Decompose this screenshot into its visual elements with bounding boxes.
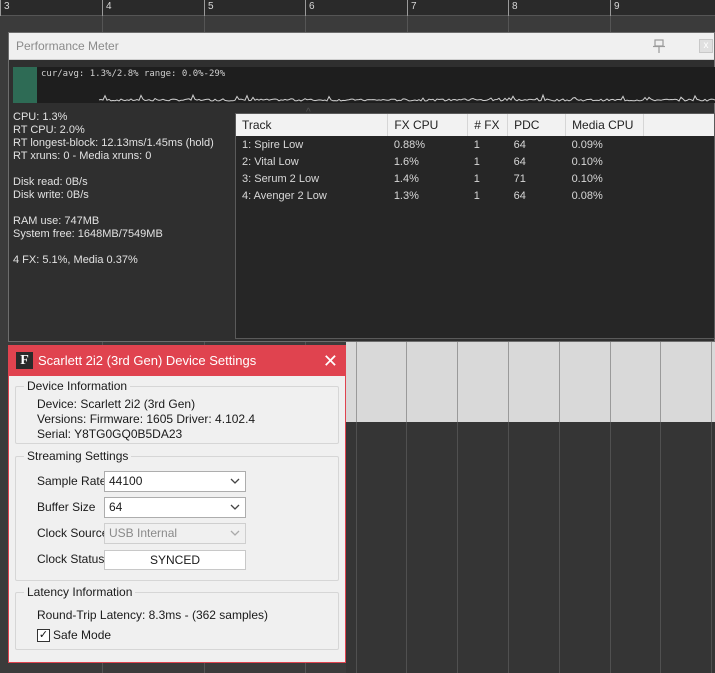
table-row[interactable]: 1: Spire Low 0.88% 1 64 0.09% — [236, 136, 644, 153]
cell-track: 3: Serum 2 Low — [242, 172, 320, 185]
streaming-settings-group: Streaming Settings Sample Rate 44100 Buf… — [15, 449, 339, 581]
clock-source-select: USB Internal — [104, 523, 246, 544]
dialog-titlebar[interactable]: F Scarlett 2i2 (3rd Gen) Device Settings… — [9, 346, 345, 376]
cell-media-cpu: 0.10% — [571, 172, 603, 185]
cell-media-cpu: 0.10% — [571, 155, 603, 168]
buffer-size-value: 64 — [109, 500, 123, 514]
sample-rate-label: Sample Rate — [37, 474, 107, 488]
chevron-down-icon — [230, 504, 240, 510]
track-table[interactable]: Track FX CPU # FX PDC Media CPU 1: Spire… — [235, 107, 715, 339]
column-header-fx-cpu[interactable]: FX CPU — [387, 114, 469, 136]
ruler-mark: 8 — [508, 0, 518, 16]
ruler-mark: 5 — [204, 0, 214, 16]
cell-media-cpu: 0.09% — [571, 138, 603, 151]
table-row[interactable]: 2: Vital Low 1.6% 1 64 0.10% — [236, 153, 644, 170]
pin-icon[interactable] — [651, 38, 667, 54]
buffer-size-select[interactable]: 64 — [104, 497, 246, 518]
column-header-pdc[interactable]: PDC — [507, 114, 567, 136]
cell-fx-cpu: 1.6% — [393, 155, 419, 168]
cell-pdc: 71 — [513, 172, 526, 185]
column-header-media-cpu[interactable]: Media CPU — [565, 114, 644, 136]
round-trip-latency: Round-Trip Latency: 8.3ms - (362 samples… — [37, 608, 268, 622]
cell-fx-count: 1 — [473, 155, 480, 168]
device-information-group: Device Information Device: Scarlett 2i2 … — [15, 379, 339, 444]
ruler-mark: 7 — [407, 0, 417, 16]
performance-meter-titlebar[interactable]: Performance Meter x — [9, 33, 714, 60]
xruns-stat: RT xruns: 0 - Media xruns: 0 — [13, 150, 152, 162]
cell-pdc: 64 — [513, 189, 526, 202]
group-legend: Streaming Settings — [24, 449, 132, 463]
group-legend: Latency Information — [24, 585, 136, 599]
clock-status-value: SYNCED — [104, 550, 246, 570]
clock-status-label: Clock Status — [37, 552, 105, 566]
cpu-graph: cur/avg: 1.3%/2.8% range: 0.0%-29% — [13, 67, 715, 103]
system-free-stat: System free: 1648MB/7549MB — [13, 228, 163, 240]
cell-fx-count: 1 — [473, 189, 480, 202]
window-title: Performance Meter — [16, 39, 119, 53]
perf-stats: CPU: 1.3% RT CPU: 2.0% RT longest-block:… — [13, 111, 233, 267]
device-settings-dialog: F Scarlett 2i2 (3rd Gen) Device Settings… — [8, 345, 346, 663]
clock-source-label: Clock Source — [37, 526, 109, 540]
rt-cpu-stat: RT CPU: 2.0% — [13, 124, 85, 136]
graph-caption: cur/avg: 1.3%/2.8% range: 0.0%-29% — [41, 69, 226, 79]
latency-information-group: Latency Information Round-Trip Latency: … — [15, 585, 339, 650]
ruler-mark: 4 — [102, 0, 112, 16]
cell-track: 2: Vital Low — [242, 155, 299, 168]
rt-longest-block-stat: RT longest-block: 12.13ms/1.45ms (hold) — [13, 137, 214, 149]
ruler-mark: 3 — [0, 0, 10, 16]
disk-read-stat: Disk read: 0B/s — [13, 176, 88, 188]
cell-pdc: 64 — [513, 155, 526, 168]
close-icon[interactable]: ✕ — [323, 346, 338, 376]
group-legend: Device Information — [24, 379, 131, 393]
close-icon[interactable]: x — [699, 39, 713, 53]
column-header-fx-count[interactable]: # FX — [467, 114, 509, 136]
safe-mode-label[interactable]: Safe Mode — [53, 628, 111, 642]
cell-fx-cpu: 0.88% — [393, 138, 426, 151]
track-lane — [346, 340, 715, 422]
cell-fx-cpu: 1.3% — [393, 189, 419, 202]
column-header-track[interactable]: Track — [236, 107, 389, 136]
sample-rate-select[interactable]: 44100 — [104, 471, 246, 492]
track-lane — [346, 422, 715, 673]
focusrite-logo-icon: F — [16, 352, 33, 369]
sample-rate-value: 44100 — [109, 474, 143, 488]
performance-meter-window: Performance Meter x cur/avg: 1.3%/2.8% r… — [8, 32, 715, 342]
serial-number: Serial: Y8TG0GQ0B5DA23 — [37, 427, 183, 441]
table-row[interactable]: 3: Serum 2 Low 1.4% 1 71 0.10% — [236, 170, 644, 187]
ruler-mark: 9 — [610, 0, 620, 16]
versions: Versions: Firmware: 1605 Driver: 4.102.4 — [37, 412, 256, 426]
cell-track: 4: Avenger 2 Low — [242, 189, 327, 202]
table-row[interactable]: 4: Avenger 2 Low 1.3% 1 64 0.08% — [236, 187, 644, 204]
chevron-down-icon — [230, 478, 240, 484]
fx-summary-stat: 4 FX: 5.1%, Media 0.37% — [13, 254, 138, 266]
ruler-mark: 6 — [305, 0, 315, 16]
cell-pdc: 64 — [513, 138, 526, 151]
cell-media-cpu: 0.08% — [571, 189, 603, 202]
chevron-down-icon — [230, 530, 240, 536]
ram-use-stat: RAM use: 747MB — [13, 215, 100, 227]
cpu-stat: CPU: 1.3% — [13, 111, 68, 123]
dialog-title: Scarlett 2i2 (3rd Gen) Device Settings — [38, 353, 257, 368]
safe-mode-checkbox[interactable]: ✓ — [37, 629, 50, 642]
clock-source-value: USB Internal — [109, 526, 178, 540]
cell-fx-count: 1 — [473, 172, 480, 185]
device-name: Device: Scarlett 2i2 (3rd Gen) — [37, 397, 196, 411]
buffer-size-label: Buffer Size — [37, 500, 96, 514]
timeline-ruler[interactable]: 3 4 5 6 7 8 9 — [0, 0, 715, 16]
disk-write-stat: Disk write: 0B/s — [13, 189, 89, 201]
cell-track: 1: Spire Low — [242, 138, 304, 151]
cell-fx-cpu: 1.4% — [393, 172, 419, 185]
cell-fx-count: 1 — [473, 138, 480, 151]
